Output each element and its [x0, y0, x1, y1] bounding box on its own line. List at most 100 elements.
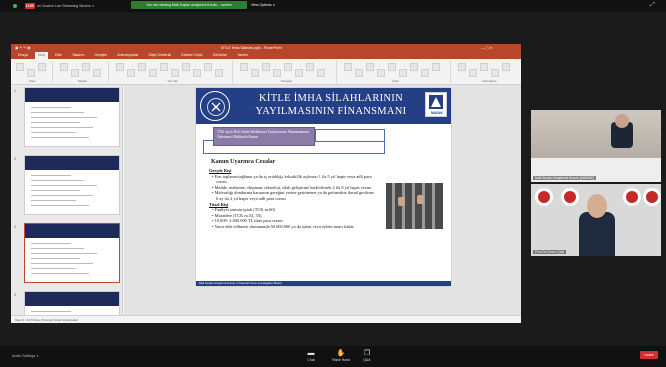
tab-0[interactable]: Dosya	[15, 52, 31, 59]
ribbon-button[interactable]	[432, 63, 440, 71]
current-slide[interactable]: KİTLE İMHA SİLAHLARININ YAYILMASININ FİN…	[196, 88, 451, 286]
ribbon-button[interactable]	[71, 69, 79, 77]
ribbon-group: Düzenleme	[455, 61, 521, 83]
ribbon-button[interactable]	[273, 69, 281, 77]
ribbon-button[interactable]	[60, 63, 68, 71]
screen-share-banner: You are viewing Mali Suçları Araştırma K…	[131, 1, 247, 9]
expand-icon[interactable]: ⤢	[650, 2, 655, 9]
ribbon-button[interactable]	[16, 63, 24, 71]
live-badge: LIVE	[25, 3, 35, 9]
tab-4[interactable]: Geçişler	[91, 52, 110, 59]
powerpoint-window: ▣ ↶ ↷ ▤ KİTLE İmha Silahları.pptx - Powe…	[11, 44, 521, 323]
slide-thumbnail[interactable]	[24, 155, 120, 215]
callout-connector-box	[315, 129, 385, 142]
qa-icon: ❐	[363, 350, 371, 357]
ribbon-group: Pano	[13, 61, 53, 83]
ribbon-button[interactable]	[399, 69, 407, 77]
ribbon-button[interactable]	[27, 69, 35, 77]
ribbon-button[interactable]	[295, 69, 303, 77]
ribbon-button[interactable]	[344, 63, 352, 71]
status-bar-text: Slayt 3 / 24 Türkçe (Türkiye) Notlar Açı…	[15, 318, 78, 322]
ribbon-button[interactable]	[93, 69, 101, 77]
raise-hand-button[interactable]: ✋ Raise Hand	[330, 349, 352, 362]
slide-thumbnail[interactable]	[24, 223, 120, 283]
ribbon-button[interactable]	[240, 63, 248, 71]
ribbon-button[interactable]	[171, 69, 179, 77]
list-item: Fon toplama/sağlama ya da iş ortaklığı /…	[209, 174, 375, 185]
ribbon-button[interactable]	[160, 63, 168, 71]
ribbon-button[interactable]	[182, 63, 190, 71]
thumbnail-number: 2	[14, 157, 16, 161]
qa-label: Q&A	[363, 358, 371, 362]
slide-thumbnail[interactable]	[24, 87, 120, 147]
ribbon-button[interactable]	[38, 63, 46, 71]
ribbon-button[interactable]	[306, 63, 314, 71]
tab-1[interactable]: Giriş	[34, 52, 49, 59]
status-dot-icon	[13, 4, 17, 8]
ribbon-group-label: Yazı Tipi	[167, 79, 178, 83]
slide-thumbnails-pane[interactable]: 1 2 3 4	[11, 85, 123, 323]
list-item: Yarar elde edilmesi durumunda 50.000.000…	[209, 224, 375, 230]
tab-3[interactable]: Tasarım	[69, 52, 87, 59]
ribbon-group: Paragraf	[237, 61, 337, 83]
audio-settings-button[interactable]: Audio Settings ∨	[12, 354, 39, 358]
ribbon-button[interactable]	[458, 63, 466, 71]
ribbon-group: Yazı Tipi	[113, 61, 233, 83]
raise-hand-label: Raise Hand	[332, 358, 350, 362]
ribbon-button[interactable]	[251, 69, 259, 77]
ribbon-button[interactable]	[215, 69, 223, 77]
ribbon-button[interactable]	[410, 63, 418, 71]
law-callout: 7262 sayılı Kitle İmha Silahlarının Yayı…	[213, 127, 315, 146]
ribbon-button[interactable]	[204, 63, 212, 71]
ribbon-group: Çizim	[341, 61, 451, 83]
ribbon-button[interactable]	[491, 69, 499, 77]
slide-footer: Mali Suçları Araştırma Kurulu | Financia…	[196, 281, 451, 286]
slide-editing-area: KİTLE İMHA SİLAHLARININ YAYILMASININ FİN…	[124, 85, 521, 315]
slide-header-band: KİTLE İMHA SİLAHLARININ YAYILMASININ FİN…	[196, 88, 451, 124]
ribbon-button[interactable]	[149, 69, 157, 77]
ribbon-button[interactable]	[82, 63, 90, 71]
ribbon-button[interactable]	[284, 63, 292, 71]
chat-button[interactable]: ▬ Chat	[300, 349, 322, 362]
stream-service-dropdown[interactable]: on Custom Live Streaming Service ∨	[37, 3, 94, 9]
tab-2[interactable]: Ekle	[52, 52, 65, 59]
ribbon-group-label: Düzenleme	[482, 79, 497, 83]
ribbon-button[interactable]	[469, 69, 477, 77]
thumbnail-number: 4	[14, 293, 16, 297]
ribbon-button[interactable]	[377, 69, 385, 77]
window-controls[interactable]: — ▢ ✕	[481, 44, 493, 52]
ribbon-button[interactable]	[127, 69, 135, 77]
quick-access-icons[interactable]: ▣ ↶ ↷ ▤	[15, 44, 30, 52]
meeting-top-bar: LIVE on Custom Live Streaming Service ∨ …	[0, 0, 666, 12]
ribbon-button[interactable]	[262, 63, 270, 71]
ribbon-group: Slaytlar	[57, 61, 109, 83]
chat-icon: ▬	[307, 350, 315, 357]
masak-logo-label: MASAK	[431, 111, 443, 115]
leave-button[interactable]: Leave	[640, 351, 658, 359]
ribbon-button[interactable]	[421, 69, 429, 77]
ribbon-button[interactable]	[480, 63, 488, 71]
ribbon-button[interactable]	[116, 63, 124, 71]
ribbon-button[interactable]	[388, 63, 396, 71]
masak-logo: MASAK	[425, 92, 447, 117]
tab-5[interactable]: Animasyonlar	[114, 52, 141, 59]
participant-video-tile[interactable]: Mali Suçları Araştırma Kurulu (MASAK)	[531, 110, 661, 182]
participant-video-tile[interactable]: Prof.Dr.Ceren Çiftçi	[531, 184, 661, 256]
ribbon-button[interactable]	[502, 63, 510, 71]
tab-9[interactable]: Yardım	[234, 52, 251, 59]
status-bar: Slayt 3 / 24 Türkçe (Türkiye) Notlar Açı…	[11, 315, 521, 323]
tab-6[interactable]: Slayt Gösterisi	[145, 52, 174, 59]
ribbon-button[interactable]	[366, 63, 374, 71]
ribbon-button[interactable]	[193, 69, 201, 77]
view-options-button[interactable]: View Options ∨	[251, 2, 275, 8]
participant-name: Mali Suçları Araştırma Kurulu (MASAK)	[533, 176, 596, 180]
emblem-icon	[200, 91, 230, 121]
tab-8[interactable]: Görünüm	[210, 52, 231, 59]
tab-7[interactable]: Gözden Geçir	[178, 52, 206, 59]
ribbon-button[interactable]	[317, 69, 325, 77]
ribbon-button[interactable]	[138, 63, 146, 71]
qa-button[interactable]: ❐ Q&A	[356, 349, 378, 362]
ribbon-button[interactable]	[355, 69, 363, 77]
chat-label: Chat	[307, 358, 315, 362]
ppt-window-title: KİTLE İmha Silahları.pptx - PowerPoint	[221, 46, 282, 50]
